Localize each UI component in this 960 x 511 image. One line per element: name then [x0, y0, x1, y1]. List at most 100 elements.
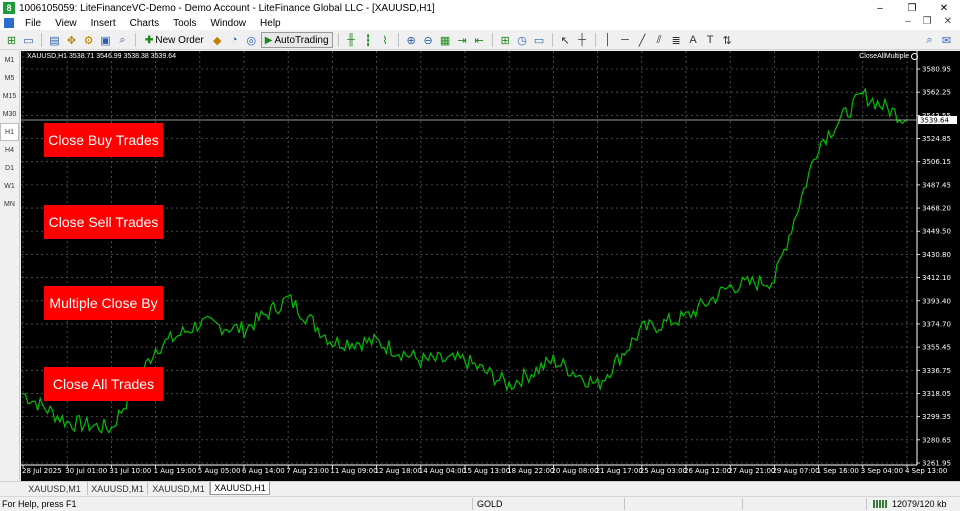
- price-label: 3412.10: [922, 274, 951, 282]
- text-icon[interactable]: A: [686, 33, 701, 48]
- price-chart[interactable]: 3580.953562.253543.553524.853506.153487.…: [21, 51, 960, 481]
- chart-window-icon[interactable]: [4, 18, 14, 28]
- status-symbol: GOLD: [477, 499, 503, 509]
- status-help-text: For Help, press F1: [2, 499, 77, 509]
- time-label: 7 Aug 23:00: [286, 467, 329, 475]
- price-data-point: [773, 279, 776, 281]
- time-label: 1 Aug 19:00: [154, 467, 197, 475]
- zoom-in-icon[interactable]: ⊕: [404, 33, 419, 48]
- timeframe-m1[interactable]: M1: [0, 51, 19, 69]
- price-data-point: [641, 328, 643, 331]
- price-label: 3374.70: [922, 320, 951, 328]
- arrows-icon[interactable]: ⇅: [720, 33, 735, 48]
- timeframe-mn[interactable]: MN: [0, 195, 19, 213]
- status-separator: [742, 498, 743, 510]
- crosshair-icon[interactable]: ┼: [575, 33, 590, 48]
- vps-icon[interactable]: ◎: [244, 33, 259, 48]
- price-label: 3393.40: [922, 297, 951, 305]
- autoscroll-icon[interactable]: ⇤: [472, 33, 487, 48]
- price-data-point: [287, 298, 289, 300]
- close-button[interactable]: ✕: [928, 0, 960, 16]
- mdi-minimize-button[interactable]: –: [905, 16, 911, 27]
- strategy-tester-icon[interactable]: ⌕: [115, 33, 130, 48]
- horizontal-line-icon[interactable]: ─: [618, 33, 633, 48]
- search-icon[interactable]: ⌕: [922, 33, 937, 48]
- autotrading-icon: ▶: [264, 34, 273, 46]
- menu-tools[interactable]: Tools: [166, 18, 203, 29]
- new-order-icon: ✚: [145, 34, 154, 46]
- timeframe-h1[interactable]: H1: [0, 123, 19, 141]
- toolbar: ⊞ ▭ ▤ ✥ ⚙ ▣ ⌕ ✚ New Order ◆ ◔ ◎ ▶ AutoTr…: [0, 31, 960, 50]
- menu-view[interactable]: View: [48, 18, 84, 29]
- close-all-trades-button[interactable]: Close All Trades: [44, 367, 163, 401]
- menu-insert[interactable]: Insert: [84, 18, 123, 29]
- menu-file[interactable]: File: [18, 18, 48, 29]
- chart-tab-xauusd-h1[interactable]: XAUUSD,H1: [210, 482, 270, 495]
- time-label: 28 Jul 2025: [22, 467, 62, 475]
- menu-charts[interactable]: Charts: [123, 18, 166, 29]
- line-chart-icon[interactable]: ⌇: [378, 33, 393, 48]
- timeframe-h4[interactable]: H4: [0, 141, 19, 159]
- close-buy-trades-button[interactable]: Close Buy Trades: [44, 123, 163, 157]
- text-label-icon[interactable]: T: [703, 33, 718, 48]
- chart-tab-xauusd-m1[interactable]: XAUUSD,M1: [22, 482, 88, 495]
- toolbar-separator: [491, 33, 493, 47]
- market-watch-icon[interactable]: ▤: [47, 33, 62, 48]
- price-label: 3524.85: [922, 135, 951, 143]
- bar-chart-icon[interactable]: ╫: [344, 33, 359, 48]
- autotrading-button[interactable]: ▶ AutoTrading: [260, 32, 333, 48]
- data-window-icon[interactable]: ⚙: [81, 33, 96, 48]
- indicators-icon[interactable]: ⊞: [498, 33, 513, 48]
- expert-advisor-name: CloseAllMultiple: [859, 53, 909, 60]
- trendline-icon[interactable]: ╱: [635, 33, 650, 48]
- time-label: 14 Aug 04:00: [419, 467, 466, 475]
- signals-icon[interactable]: ◔: [227, 33, 242, 48]
- candlestick-icon[interactable]: ┇: [361, 33, 376, 48]
- chart-shift-icon[interactable]: ⇥: [455, 33, 470, 48]
- price-label: 3580.95: [922, 66, 951, 74]
- timeframe-w1[interactable]: W1: [0, 177, 19, 195]
- toolbar-separator: [135, 33, 136, 47]
- vertical-line-icon[interactable]: │: [601, 33, 616, 48]
- navigator-icon[interactable]: ✥: [64, 33, 79, 48]
- price-label: 3487.45: [922, 181, 951, 189]
- terminal-icon[interactable]: ▣: [98, 33, 113, 48]
- price-label: 3299.35: [922, 413, 951, 421]
- chart-tab-xauusd-m1[interactable]: XAUUSD,M1: [88, 482, 148, 495]
- minimize-button[interactable]: –: [864, 0, 896, 16]
- tile-windows-icon[interactable]: ▦: [438, 33, 453, 48]
- periods-icon[interactable]: ◷: [515, 33, 530, 48]
- status-separator: [472, 498, 473, 510]
- new-order-button[interactable]: ✚ New Order: [141, 32, 208, 48]
- timeframe-m5[interactable]: M5: [0, 69, 19, 87]
- chart-tab-xauusd-m1[interactable]: XAUUSD,M1: [148, 482, 210, 495]
- timeframe-m15[interactable]: M15: [0, 87, 19, 105]
- toolbar-separator: [594, 33, 596, 47]
- templates-icon[interactable]: ▭: [532, 33, 547, 48]
- cursor-icon[interactable]: ↖: [558, 33, 573, 48]
- mdi-close-button[interactable]: ✕: [944, 16, 952, 27]
- mdi-restore-button[interactable]: ❐: [923, 16, 932, 27]
- time-label: 27 Aug 21:00: [728, 467, 775, 475]
- chat-icon[interactable]: ✉: [939, 33, 954, 48]
- metaeditor-icon[interactable]: ◆: [210, 33, 225, 48]
- menu-help[interactable]: Help: [253, 18, 288, 29]
- price-data-point: [862, 94, 864, 96]
- new-chart-icon[interactable]: ⊞: [4, 33, 19, 48]
- price-label: 3468.20: [922, 205, 951, 213]
- time-label: 15 Aug 13:00: [463, 467, 510, 475]
- fibonacci-icon[interactable]: ≣: [669, 33, 684, 48]
- timeframe-m30[interactable]: M30: [0, 105, 19, 123]
- price-data-point: [818, 143, 820, 145]
- timeframe-d1[interactable]: D1: [0, 159, 19, 177]
- maximize-button[interactable]: ❐: [896, 0, 928, 16]
- multiple-close-by-button[interactable]: Multiple Close By: [44, 286, 163, 320]
- profiles-icon[interactable]: ▭: [21, 33, 36, 48]
- chart-area[interactable]: 3580.95 3562.25 3543.55 3524.85 3506.15 3487.…: [21, 51, 960, 481]
- menu-window[interactable]: Window: [203, 18, 253, 29]
- close-sell-trades-button[interactable]: Close Sell Trades: [44, 205, 163, 239]
- price-data-point: [508, 384, 510, 386]
- price-data-point: [66, 421, 68, 423]
- channel-icon[interactable]: ⫽: [652, 33, 667, 48]
- zoom-out-icon[interactable]: ⊖: [421, 33, 436, 48]
